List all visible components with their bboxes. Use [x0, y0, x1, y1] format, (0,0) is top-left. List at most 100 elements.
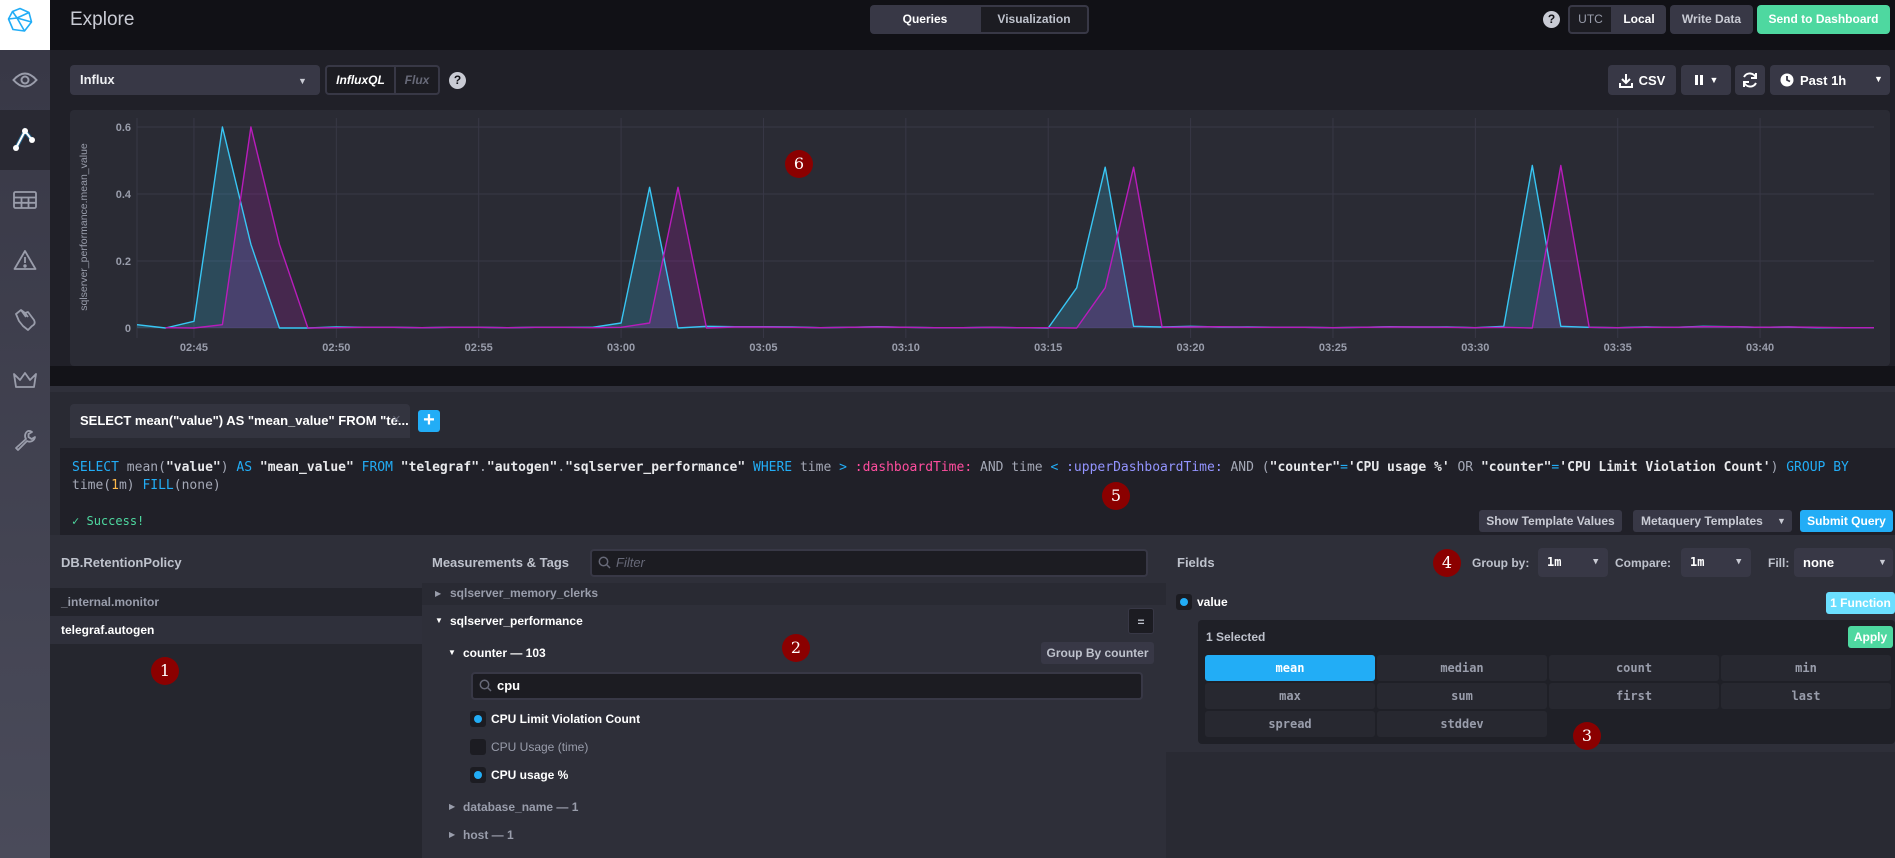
caret-right-icon[interactable]: ▶: [449, 802, 455, 811]
db-item-selected[interactable]: telegraf.autogen: [50, 616, 422, 644]
query-token: "autogen": [486, 460, 558, 475]
query-tab[interactable]: SELECT mean("value") AS "mean_value" FRO…: [70, 404, 410, 438]
language-influxql[interactable]: InfluxQL: [325, 65, 396, 95]
function-mean[interactable]: mean: [1205, 655, 1375, 681]
y-tick-label: 0.2: [116, 256, 131, 268]
language-flux[interactable]: Flux: [394, 65, 440, 95]
x-tick-label: 02:55: [465, 342, 493, 354]
refresh-button[interactable]: [1735, 65, 1765, 95]
chevron-down-icon: ▼: [298, 76, 307, 86]
time-range-dropdown[interactable]: Past 1h ▼: [1770, 65, 1890, 95]
query-token: "counter": [1269, 460, 1341, 475]
group-by-dropdown[interactable]: 1m ▼: [1538, 548, 1608, 577]
apply-functions-button[interactable]: Apply: [1848, 626, 1893, 648]
query-token: FILL: [142, 478, 174, 493]
caret-right-icon[interactable]: ▶: [449, 830, 455, 839]
sidebar-item-dashboards[interactable]: [0, 170, 50, 230]
code-line-1[interactable]: SELECT mean("value") AS "mean_value" FRO…: [72, 459, 1849, 477]
sidebar-item-data-explorer[interactable]: [0, 110, 50, 170]
code-line-2[interactable]: time(1m) FILL(none): [72, 477, 221, 495]
compare-value: 1m: [1690, 555, 1705, 569]
compare-dropdown[interactable]: 1m ▼: [1681, 548, 1751, 577]
measurement-label[interactable]: sqlserver_memory_clerks: [450, 586, 598, 600]
tag-value-checkbox[interactable]: [470, 739, 486, 755]
tag-value-label[interactable]: CPU Limit Violation Count: [491, 712, 640, 726]
function-min[interactable]: min: [1721, 655, 1891, 681]
tab-visualization[interactable]: Visualization: [979, 5, 1089, 34]
help-icon[interactable]: ?: [1543, 11, 1560, 28]
submit-query-button[interactable]: Submit Query: [1800, 510, 1893, 532]
language-help-icon[interactable]: ?: [449, 72, 466, 89]
series-line: [136, 126, 1874, 329]
measurement-label-expanded[interactable]: sqlserver_performance: [450, 614, 583, 628]
caret-right-icon[interactable]: ▶: [435, 589, 441, 598]
field-checkbox[interactable]: [1176, 594, 1192, 610]
metaquery-templates-label: Metaquery Templates: [1641, 514, 1763, 528]
sidebar-item-configuration[interactable]: [0, 410, 50, 470]
search-icon: [479, 679, 492, 692]
graph-icon: [13, 127, 35, 151]
source-select[interactable]: Influx ▼: [70, 65, 320, 95]
fill-dropdown[interactable]: none ▼: [1794, 548, 1893, 577]
tag-key-label[interactable]: counter — 103: [463, 646, 546, 660]
query-token: ): [220, 460, 237, 475]
measurements-filter-input[interactable]: Filter: [590, 549, 1148, 577]
sidebar-item-eye[interactable]: [0, 50, 50, 110]
query-token: AND (: [1222, 460, 1270, 475]
tag-values-search-input[interactable]: cpu: [471, 672, 1143, 700]
send-to-dashboard-button[interactable]: Send to Dashboard: [1757, 5, 1890, 34]
function-stddev[interactable]: stddev: [1377, 711, 1547, 737]
compare-label: Compare:: [1615, 556, 1672, 570]
timezone-local-button[interactable]: Local: [1612, 5, 1666, 34]
query-token: "telegraf": [400, 460, 480, 475]
sidebar-item-alerting[interactable]: [0, 230, 50, 290]
function-spread[interactable]: spread: [1205, 711, 1375, 737]
influxdata-logo-icon: [7, 7, 33, 32]
function-max[interactable]: max: [1205, 683, 1375, 709]
tag-key-label[interactable]: database_name — 1: [463, 800, 578, 814]
caret-down-icon[interactable]: ▼: [448, 648, 456, 657]
refresh-icon: [1743, 72, 1757, 88]
tag-key-label[interactable]: host — 1: [463, 828, 514, 842]
sidebar-item-logs[interactable]: [0, 290, 50, 350]
function-sum[interactable]: sum: [1377, 683, 1547, 709]
auto-refresh-dropdown[interactable]: ▼: [1681, 65, 1731, 95]
db-item[interactable]: _internal.monitor: [50, 588, 422, 616]
tag-value-label[interactable]: CPU usage %: [491, 768, 568, 782]
caret-down-icon[interactable]: ▼: [435, 616, 443, 625]
x-tick-label: 03:10: [892, 342, 920, 354]
fields-panel-empty: [1166, 752, 1895, 858]
x-tick-label: 03:30: [1461, 342, 1489, 354]
function-median[interactable]: median: [1377, 655, 1547, 681]
group-by-counter-button[interactable]: Group By counter: [1041, 642, 1154, 664]
function-first[interactable]: first: [1549, 683, 1719, 709]
field-name[interactable]: value: [1197, 595, 1228, 609]
db-panel-title: DB.RetentionPolicy: [61, 555, 182, 570]
logo[interactable]: [0, 0, 50, 50]
group-by-measurement-button[interactable]: =: [1128, 608, 1154, 634]
function-last[interactable]: last: [1721, 683, 1891, 709]
timezone-utc-button[interactable]: UTC: [1568, 5, 1613, 34]
function-count[interactable]: count: [1549, 655, 1719, 681]
y-axis-title: sqlserver_performance.mean_value: [78, 143, 90, 311]
csv-download-button[interactable]: CSV: [1608, 65, 1676, 95]
write-data-button[interactable]: Write Data: [1670, 5, 1753, 34]
chevron-down-icon: ▼: [1777, 516, 1786, 526]
functions-toggle-button[interactable]: 1 Function: [1826, 592, 1895, 614]
pause-icon: [1694, 75, 1703, 85]
search-icon: [598, 556, 611, 569]
show-template-values-button[interactable]: Show Template Values: [1479, 510, 1622, 532]
query-token: "counter": [1480, 460, 1552, 475]
metaquery-templates-button[interactable]: Metaquery Templates ▼: [1633, 510, 1792, 532]
close-icon[interactable]: ×: [392, 411, 401, 428]
tag-value-checkbox[interactable]: [470, 767, 486, 783]
sidebar-item-admin[interactable]: [0, 350, 50, 410]
tag-value-label[interactable]: CPU Usage (time): [491, 740, 588, 754]
add-query-button[interactable]: +: [418, 410, 440, 432]
annotation-marker: 3: [1573, 722, 1601, 750]
query-token: AND time: [972, 460, 1051, 475]
query-token: mean(: [118, 460, 166, 475]
tab-queries[interactable]: Queries: [870, 5, 980, 34]
tag-value-checkbox[interactable]: [470, 711, 486, 727]
source-select-value: Influx: [80, 72, 115, 87]
